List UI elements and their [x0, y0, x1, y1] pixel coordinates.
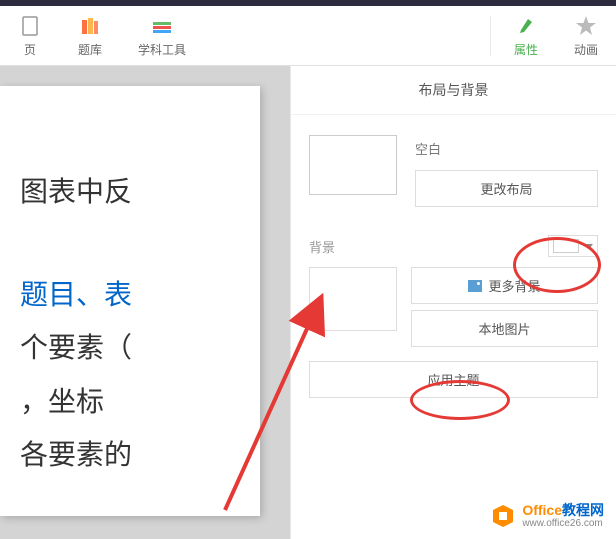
slide-text-line: 各要素的: [20, 429, 240, 482]
chevron-down-icon: [585, 244, 593, 249]
panel-title: 布局与背景: [291, 66, 616, 115]
background-color-picker[interactable]: [548, 235, 598, 257]
color-swatch: [553, 239, 579, 253]
page-icon: [18, 14, 42, 38]
toolbar-page[interactable]: 页: [0, 9, 60, 63]
toolbar-subject-tools[interactable]: 学科工具: [120, 9, 204, 63]
slide-text-line: 题目、表: [20, 269, 240, 322]
background-label: 背景: [309, 237, 335, 256]
toolbar-question-bank[interactable]: 题库: [60, 9, 120, 63]
toolbar-label: 学科工具: [138, 41, 186, 58]
slide-blue-text: 表: [104, 280, 132, 311]
watermark-url: www.office26.com: [522, 518, 604, 529]
properties-panel: 布局与背景 空白 更改布局 背景: [290, 66, 616, 539]
slide-text-line: 图表中反: [20, 166, 240, 219]
layout-thumbnail[interactable]: [309, 135, 397, 195]
toolbar-label: 页: [24, 41, 36, 58]
star-icon: [574, 14, 598, 38]
slide-text-line: ，坐标: [20, 376, 240, 429]
slide-blue-text: 题目: [20, 280, 76, 311]
toolbar-label: 动画: [574, 41, 598, 58]
picture-icon: [468, 280, 482, 292]
toolbar-label: 题库: [78, 41, 102, 58]
office-logo-icon: [490, 503, 516, 529]
watermark: Office教程网 www.office26.com: [490, 503, 604, 529]
toolbar-animation[interactable]: 动画: [556, 9, 616, 63]
toolbar-properties[interactable]: 属性: [496, 9, 556, 63]
watermark-brand: Office教程网: [522, 503, 604, 518]
layout-name: 空白: [415, 139, 598, 158]
slide-preview[interactable]: 图表中反 题目、表 个要素（ ，坐标 各要素的: [0, 86, 260, 516]
slide-sep: 、: [76, 280, 104, 311]
main-toolbar: 页 题库 学科工具 属性 动画: [0, 6, 616, 66]
books-icon: [78, 14, 102, 38]
subject-icon: [150, 14, 174, 38]
background-thumbnail[interactable]: [309, 267, 397, 331]
btn-label: 更多背景: [488, 276, 540, 295]
more-backgrounds-button[interactable]: 更多背景: [411, 267, 598, 304]
toolbar-label: 属性: [514, 41, 538, 58]
brush-icon: [514, 14, 538, 38]
canvas-area: 图表中反 题目、表 个要素（ ，坐标 各要素的: [0, 66, 290, 539]
local-image-button[interactable]: 本地图片: [411, 310, 598, 347]
slide-text-line: 个要素（: [20, 322, 240, 375]
apply-theme-button[interactable]: 应用主题: [309, 361, 598, 398]
change-layout-button[interactable]: 更改布局: [415, 170, 598, 207]
